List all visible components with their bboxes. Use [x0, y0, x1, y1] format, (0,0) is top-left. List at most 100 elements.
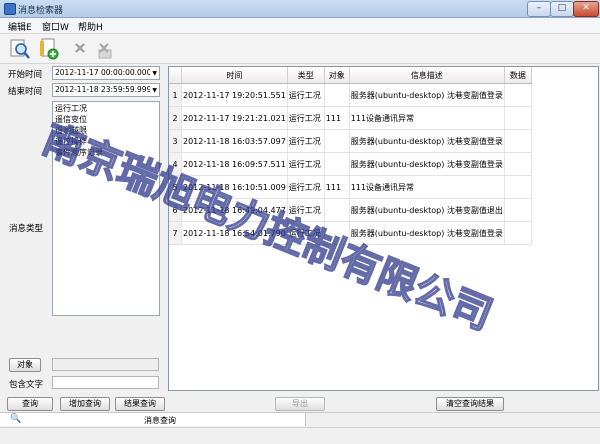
menu-bar: 编辑E 窗口W 帮助H — [0, 18, 600, 34]
cell-description: 服务器(ubuntu-desktop) 沈巷变副值登录 — [349, 83, 505, 107]
status-bar — [0, 427, 600, 444]
row-index: 7 — [169, 221, 182, 245]
tab-message-query[interactable]: 🔍 消息查询 — [0, 413, 306, 426]
action-bar: 查询 增加查询 结果查询 导出 清空查询结果 — [0, 394, 600, 412]
chevron-down-icon[interactable]: ▼ — [152, 87, 157, 94]
table-row[interactable]: 3 2012-11-18 16:03:57.097 运行工况 服务器(ubunt… — [169, 129, 532, 153]
menu-edit[interactable]: 编辑E — [8, 20, 32, 33]
delete-icon[interactable] — [70, 38, 92, 60]
chevron-down-icon[interactable]: ▼ — [152, 70, 157, 77]
cell-data — [504, 106, 532, 130]
search-icon: 🔍 — [10, 414, 22, 424]
cell-data — [504, 129, 532, 153]
column-header-type[interactable]: 类型 — [287, 67, 325, 84]
end-time-picker[interactable]: 2012-11-18 23:59:59.999 ▼ — [52, 83, 160, 97]
toolbar — [0, 34, 600, 64]
cell-time: 2012-11-18 16:49:04.477 — [181, 198, 288, 222]
row-index: 6 — [169, 198, 182, 222]
cell-object — [324, 83, 350, 107]
contains-text-label: 包含文字 — [9, 380, 44, 390]
cell-description: 111设备通讯异常 — [349, 175, 505, 199]
cell-description: 服务器(ubuntu-desktop) 沈巷变副值登录 — [349, 221, 505, 245]
list-item[interactable]: 运行工况 — [55, 103, 87, 114]
list-item[interactable]: 遥测越限 — [55, 125, 87, 136]
object-field — [52, 358, 159, 371]
table-row[interactable]: 2 2012-11-17 19:21:21.021 运行工况 111 111设备… — [169, 106, 532, 130]
tab-strip: 🔍 消息查询 — [0, 412, 600, 427]
end-time-label: 结束时间 — [8, 87, 43, 97]
column-header-time[interactable]: 时间 — [181, 67, 288, 84]
message-type-list[interactable]: 运行工况 遥信变位 遥测越限 遥控操作 事件顺序记录 — [52, 101, 160, 316]
export-button[interactable]: 导出 — [275, 397, 325, 411]
start-time-label: 开始时间 — [8, 70, 43, 80]
disabled-delete-icon — [93, 38, 115, 60]
cell-time: 2012-11-18 16:03:57.097 — [181, 129, 288, 153]
maximize-button[interactable]: □ — [550, 1, 574, 17]
cell-type: 运行工况 — [287, 106, 325, 130]
column-header-index[interactable] — [169, 67, 182, 84]
cell-type: 运行工况 — [287, 221, 325, 245]
table-row[interactable]: 5 2012-11-18 16:10:51.009 运行工况 111 111设备… — [169, 175, 532, 199]
window-title: 消息检索器 — [18, 6, 64, 16]
cell-type: 运行工况 — [287, 83, 325, 107]
column-header-object[interactable]: 对象 — [324, 67, 350, 84]
object-button[interactable]: 对象 — [9, 358, 41, 372]
table-header-row: 时间 类型 对象 信息描述 数据 — [169, 67, 532, 84]
title-bar: 消息检索器 – □ ✕ — [0, 0, 600, 18]
row-index: 5 — [169, 175, 182, 199]
column-header-data[interactable]: 数据 — [504, 67, 532, 84]
list-item[interactable]: 遥信变位 — [55, 114, 87, 125]
menu-window[interactable]: 窗口W — [42, 20, 69, 33]
result-query-button[interactable]: 结果查询 — [115, 397, 165, 411]
row-index: 1 — [169, 83, 182, 107]
cell-description: 111设备通讯异常 — [349, 106, 505, 130]
cell-object — [324, 221, 350, 245]
app-icon — [4, 3, 16, 15]
cell-object: 111 — [324, 175, 350, 199]
cell-description: 服务器(ubuntu-desktop) 沈巷变副值登录 — [349, 129, 505, 153]
row-index: 3 — [169, 129, 182, 153]
menu-help[interactable]: 帮助H — [78, 20, 103, 33]
cell-data — [504, 175, 532, 199]
message-type-label: 消息类型 — [9, 224, 44, 234]
cell-time: 2012-11-18 16:09:57.511 — [181, 152, 288, 176]
table-row[interactable]: 4 2012-11-18 16:09:57.511 运行工况 服务器(ubunt… — [169, 152, 532, 176]
column-header-description[interactable]: 信息描述 — [349, 67, 505, 84]
results-grid: 时间 类型 对象 信息描述 数据 1 2012-11-17 19:20:51.5… — [169, 67, 532, 245]
cell-time: 2012-11-18 16:10:51.009 — [181, 175, 288, 199]
cell-time: 2012-11-17 19:20:51.551 — [181, 83, 288, 107]
cell-data — [504, 152, 532, 176]
table-row[interactable]: 1 2012-11-17 19:20:51.551 运行工况 服务器(ubunt… — [169, 83, 532, 107]
add-query-button[interactable]: 增加查询 — [60, 397, 110, 411]
cell-type: 运行工况 — [287, 175, 325, 199]
cell-time: 2012-11-18 16:54:01.790 — [181, 221, 288, 245]
contains-text-input[interactable] — [52, 376, 159, 389]
minimize-button[interactable]: – — [527, 1, 551, 17]
tab-label: 消息查询 — [144, 416, 176, 425]
cell-object — [324, 198, 350, 222]
table-row[interactable]: 6 2012-11-18 16:49:04.477 运行工况 服务器(ubunt… — [169, 198, 532, 222]
search-icon[interactable] — [9, 38, 31, 60]
cell-object — [324, 152, 350, 176]
results-table[interactable]: 时间 类型 对象 信息描述 数据 1 2012-11-17 19:20:51.5… — [168, 66, 599, 391]
cell-data — [504, 198, 532, 222]
cell-description: 服务器(ubuntu-desktop) 沈巷变副值退出 — [349, 198, 505, 222]
row-index: 2 — [169, 106, 182, 130]
close-button[interactable]: ✕ — [573, 1, 599, 17]
cell-object: 111 — [324, 106, 350, 130]
row-index: 4 — [169, 152, 182, 176]
list-item[interactable]: 遥控操作 — [55, 136, 87, 147]
add-document-icon[interactable] — [38, 38, 60, 60]
start-time-picker[interactable]: 2012-11-17 00:00:00.000 ▼ — [52, 66, 160, 80]
cell-time: 2012-11-17 19:21:21.021 — [181, 106, 288, 130]
cell-type: 运行工况 — [287, 129, 325, 153]
start-time-value: 2012-11-17 00:00:00.000 — [55, 68, 150, 77]
table-row[interactable]: 7 2012-11-18 16:54:01.790 运行工况 服务器(ubunt… — [169, 221, 532, 245]
list-item[interactable]: 事件顺序记录 — [55, 147, 103, 158]
end-time-value: 2012-11-18 23:59:59.999 — [55, 85, 150, 94]
query-button[interactable]: 查询 — [7, 397, 53, 411]
cell-object — [324, 129, 350, 153]
clear-results-button[interactable]: 清空查询结果 — [436, 397, 504, 411]
cell-data — [504, 83, 532, 107]
cell-data — [504, 221, 532, 245]
